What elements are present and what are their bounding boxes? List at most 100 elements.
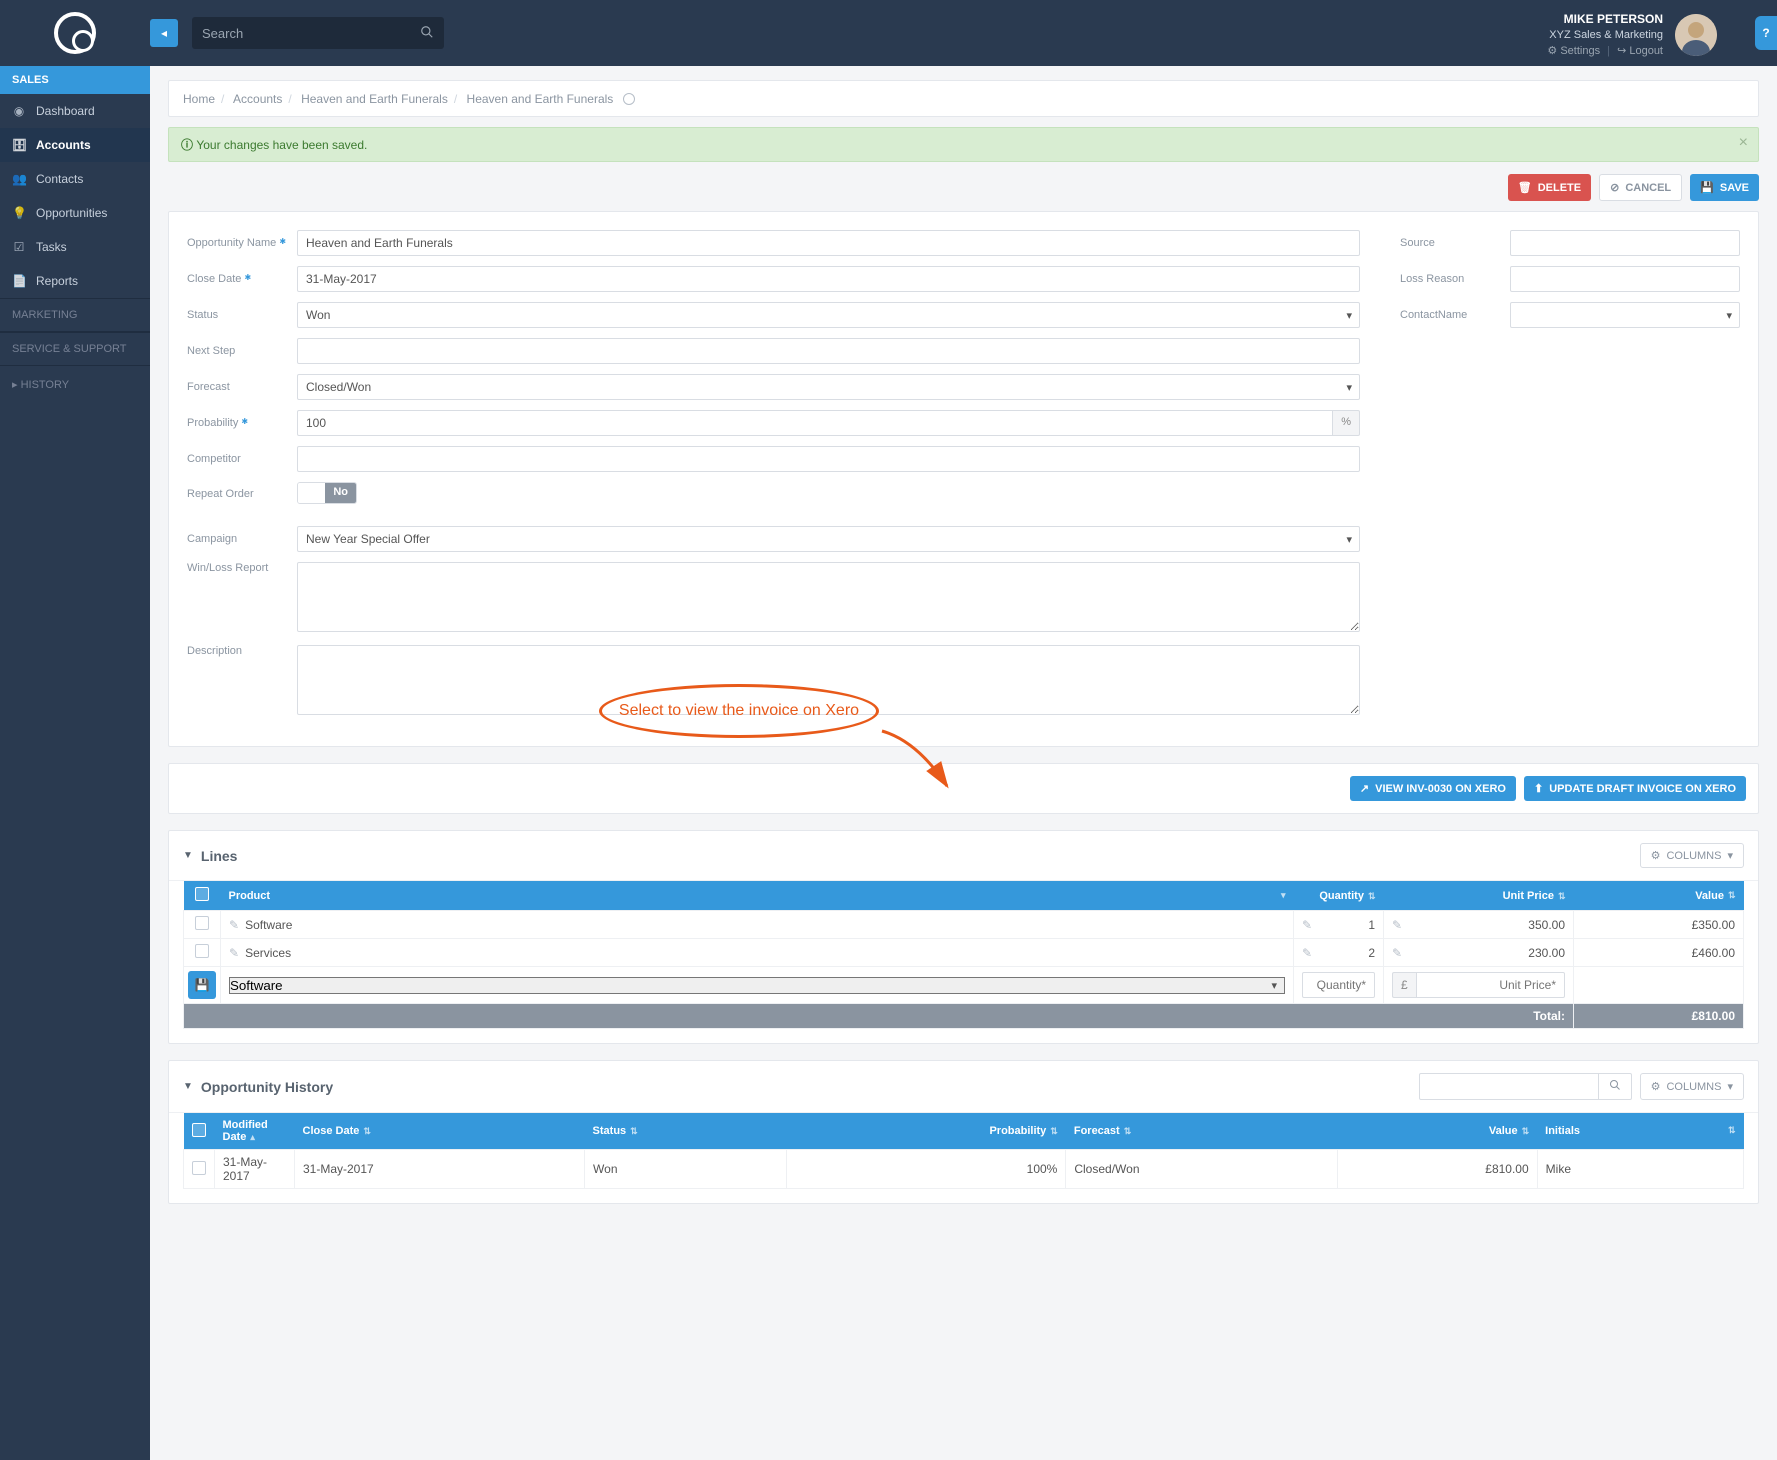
lines-section: ▼Lines ⚙COLUMNS ▾ Product▾ Quantity⇅ Uni… xyxy=(168,830,1759,1044)
sort-icon[interactable]: ⇅ xyxy=(363,1126,371,1136)
add-quantity-input[interactable] xyxy=(1302,972,1375,998)
percent-suffix: % xyxy=(1333,410,1360,436)
loss-reason-input[interactable] xyxy=(1510,266,1740,292)
close-date-input[interactable] xyxy=(297,266,1360,292)
sidebar-section-service[interactable]: SERVICE & SUPPORT xyxy=(0,332,150,366)
update-draft-invoice-xero-button[interactable]: ⬆UPDATE DRAFT INVOICE ON XERO xyxy=(1524,776,1746,801)
sidebar-section-marketing[interactable]: MARKETING xyxy=(0,298,150,332)
sidebar-item-dashboard[interactable]: ◉Dashboard xyxy=(0,94,150,128)
source-input[interactable] xyxy=(1510,230,1740,256)
sidebar-collapse-button[interactable]: ◂ xyxy=(150,19,178,47)
gauge-icon: ◉ xyxy=(12,104,26,118)
select-all-checkbox[interactable] xyxy=(195,887,209,901)
sort-icon[interactable]: ⇅ xyxy=(1558,891,1566,901)
external-link-icon: ↗ xyxy=(1360,782,1369,795)
row-checkbox[interactable] xyxy=(195,916,209,930)
view-invoice-xero-button[interactable]: ↗VIEW INV-0030 ON XERO xyxy=(1350,776,1516,801)
delete-button[interactable]: 🗑DELETE xyxy=(1508,174,1591,201)
check-icon: ☑ xyxy=(12,240,26,254)
briefcase-icon: 🗄 xyxy=(12,138,26,152)
probability-input[interactable] xyxy=(297,410,1333,436)
top-bar: ◂ MIKE PETERSON XYZ Sales & Marketing ⚙ … xyxy=(0,0,1777,66)
pencil-icon[interactable]: ✎ xyxy=(1392,918,1402,932)
opportunity-form-panel: Opportunity Name ✱ Close Date ✱ StatusWo… xyxy=(168,211,1759,747)
sidebar-item-accounts[interactable]: 🗄Accounts xyxy=(0,128,150,162)
next-step-input[interactable] xyxy=(297,338,1360,364)
history-search-input[interactable] xyxy=(1419,1073,1599,1100)
description-textarea[interactable] xyxy=(297,645,1360,715)
users-icon: 👥 xyxy=(12,172,26,186)
save-button[interactable]: 💾SAVE xyxy=(1690,174,1759,201)
success-alert: ⓘ Your changes have been saved. × xyxy=(168,127,1759,162)
table-row: ✎Software ✎1 ✎350.00 £350.00 xyxy=(184,911,1744,939)
history-search-button[interactable] xyxy=(1599,1073,1632,1100)
sort-icon[interactable]: ⇅ xyxy=(1050,1126,1058,1136)
report-icon: 📄 xyxy=(12,274,26,288)
pencil-icon[interactable]: ✎ xyxy=(1392,946,1402,960)
logo[interactable] xyxy=(0,0,150,66)
campaign-select[interactable]: New Year Special Offer xyxy=(297,526,1360,552)
sort-icon[interactable]: ▴ xyxy=(250,1132,255,1142)
sort-icon[interactable]: ▾ xyxy=(1281,890,1286,901)
forecast-select[interactable]: Closed/Won xyxy=(297,374,1360,400)
avatar[interactable] xyxy=(1675,14,1717,56)
chevron-down-icon: ▾ xyxy=(1727,1080,1733,1093)
select-all-checkbox[interactable] xyxy=(192,1123,206,1137)
pencil-icon[interactable]: ✎ xyxy=(1302,946,1312,960)
sidebar-history[interactable]: ▸ HISTORY xyxy=(0,366,150,403)
lines-columns-button[interactable]: ⚙COLUMNS ▾ xyxy=(1640,843,1744,868)
user-name: MIKE PETERSON xyxy=(1547,12,1663,28)
pencil-icon[interactable]: ✎ xyxy=(229,946,239,960)
breadcrumb-home[interactable]: Home xyxy=(183,92,215,106)
winloss-textarea[interactable] xyxy=(297,562,1360,632)
user-org: XYZ Sales & Marketing xyxy=(1547,28,1663,42)
action-buttons: 🗑DELETE ⊘CANCEL 💾SAVE xyxy=(168,174,1759,201)
status-select[interactable]: Won xyxy=(297,302,1360,328)
ban-icon: ⊘ xyxy=(1610,181,1619,194)
lines-table: Product▾ Quantity⇅ Unit Price⇅ Value⇅ ✎S… xyxy=(183,881,1744,1029)
settings-link[interactable]: ⚙ Settings xyxy=(1547,45,1600,57)
sidebar-item-reports[interactable]: 📄Reports xyxy=(0,264,150,298)
pencil-icon[interactable]: ✎ xyxy=(1302,918,1312,932)
upload-icon: ⬆ xyxy=(1534,782,1543,795)
competitor-input[interactable] xyxy=(297,446,1360,472)
sort-icon[interactable]: ⇅ xyxy=(1124,1126,1132,1136)
repeat-order-toggle[interactable]: No xyxy=(297,482,357,504)
xero-actions-panel: ↗VIEW INV-0030 ON XERO ⬆UPDATE DRAFT INV… xyxy=(168,763,1759,814)
trash-icon: 🗑 xyxy=(1518,181,1532,194)
add-product-select[interactable]: Software xyxy=(229,977,1285,994)
sidebar-item-contacts[interactable]: 👥Contacts xyxy=(0,162,150,196)
cancel-button[interactable]: ⊘CANCEL xyxy=(1599,174,1682,201)
contact-name-select[interactable] xyxy=(1510,302,1740,328)
sidebar: SALES ◉Dashboard 🗄Accounts 👥Contacts 💡Op… xyxy=(0,66,150,1460)
row-checkbox[interactable] xyxy=(192,1161,206,1175)
sidebar-item-tasks[interactable]: ☑Tasks xyxy=(0,230,150,264)
sort-icon[interactable]: ⇅ xyxy=(1728,1125,1736,1136)
add-line-button[interactable]: 💾 xyxy=(188,971,216,999)
main-content: Home/ Accounts/ Heaven and Earth Funeral… xyxy=(150,66,1777,1460)
logout-link[interactable]: ↪ Logout xyxy=(1617,45,1663,57)
breadcrumb-parent[interactable]: Heaven and Earth Funerals xyxy=(301,92,448,106)
gear-icon: ⚙ xyxy=(1651,1080,1661,1093)
history-columns-button[interactable]: ⚙COLUMNS ▾ xyxy=(1640,1073,1744,1100)
search-input[interactable] xyxy=(192,17,444,49)
currency-prefix: £ xyxy=(1392,972,1416,998)
sidebar-item-opportunities[interactable]: 💡Opportunities xyxy=(0,196,150,230)
sort-icon[interactable]: ⇅ xyxy=(630,1126,638,1136)
add-unit-price-input[interactable] xyxy=(1416,972,1565,998)
search-icon[interactable] xyxy=(420,25,434,42)
alert-close-button[interactable]: × xyxy=(1739,134,1748,152)
opportunity-name-input[interactable] xyxy=(297,230,1360,256)
lines-toggle[interactable]: ▼Lines xyxy=(183,848,237,864)
sort-icon[interactable]: ⇅ xyxy=(1368,891,1376,901)
history-toggle[interactable]: ▼Opportunity History xyxy=(183,1079,333,1095)
breadcrumb-accounts[interactable]: Accounts xyxy=(233,92,282,106)
history-table: Modified Date▴ Close Date⇅ Status⇅ Proba… xyxy=(183,1113,1744,1189)
pencil-icon[interactable]: ✎ xyxy=(229,918,239,932)
row-checkbox[interactable] xyxy=(195,944,209,958)
sort-icon[interactable]: ⇅ xyxy=(1728,890,1736,901)
help-button[interactable]: ? xyxy=(1755,16,1777,50)
bulb-icon: 💡 xyxy=(12,206,26,220)
sort-icon[interactable]: ⇅ xyxy=(1522,1126,1530,1136)
sidebar-section-sales[interactable]: SALES xyxy=(0,66,150,94)
